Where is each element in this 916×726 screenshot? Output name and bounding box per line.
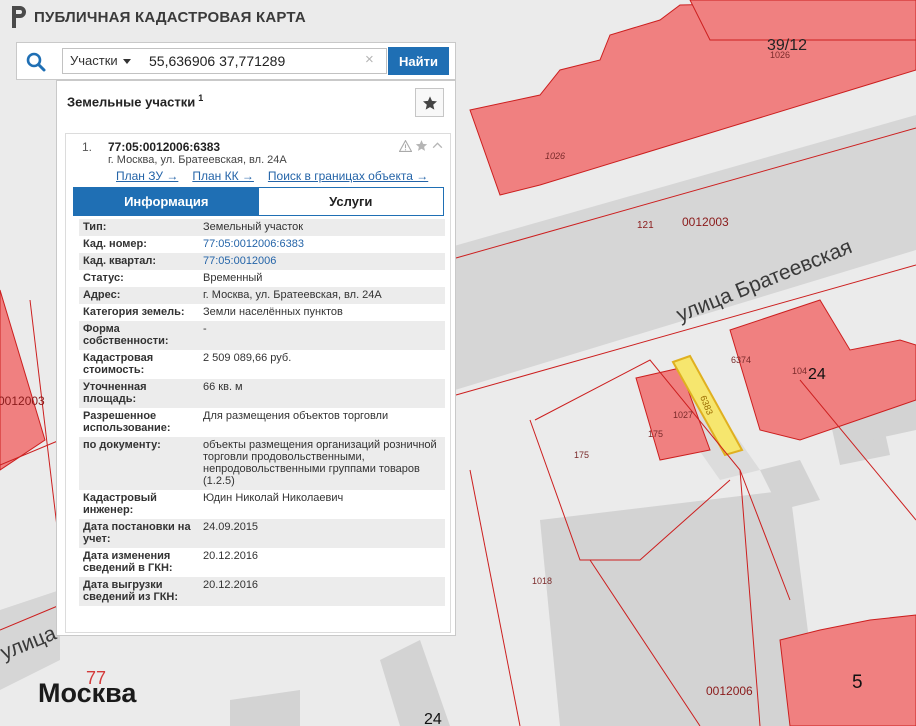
label-house-24-bottom: 24	[424, 711, 442, 726]
info-value-engineer: Юдин Николай Николаевич	[203, 492, 344, 504]
object-type-select[interactable]: Участки	[62, 48, 138, 74]
info-value-cad-number-link[interactable]: 77:05:0012006:6383	[199, 236, 445, 253]
app-header: ПУБЛИЧНАЯ КАДАСТРОВАЯ КАРТА	[10, 6, 306, 28]
info-key-land-category: Категория земель:	[83, 306, 185, 318]
find-button[interactable]: Найти	[388, 47, 449, 75]
info-key-by-document: по документу:	[79, 437, 199, 490]
info-value-permitted-use: Для размещения объектов торговли	[203, 410, 389, 422]
info-key-cad-quarter: Кад. квартал:	[79, 253, 199, 270]
table-row: по документу: объекты размещения организа…	[79, 437, 445, 490]
info-key-permitted-use: Разрешенное использование:	[83, 410, 171, 434]
info-key-export-date: Дата выгрузки сведений из ГКН:	[79, 577, 199, 606]
info-key-cad-value: Кадастровая стоимость:	[83, 352, 154, 376]
star-icon	[422, 95, 437, 110]
table-row: Кадастровый инженер: Юдин Николай Николае…	[79, 490, 445, 519]
info-value-cad-quarter-link[interactable]: 77:05:0012006	[199, 253, 445, 270]
info-key-cad-number: Кад. номер:	[83, 238, 147, 250]
favorites-button[interactable]	[415, 88, 444, 117]
table-row: Тип: Земельный участок	[79, 219, 445, 236]
table-row: Кад. номер: 77:05:0012006:6383	[79, 236, 445, 253]
chevron-down-icon	[123, 59, 131, 64]
info-key-registration-date: Дата постановки на учет:	[79, 519, 199, 548]
search-icon[interactable]	[25, 51, 47, 73]
label-104: 104	[792, 366, 807, 376]
info-value-cad-value: 2 509 089,66 руб.	[203, 352, 292, 364]
info-value-status: Временный	[203, 272, 263, 284]
result-tabs: Информация Услуги	[73, 187, 444, 216]
label-quarter-0012006: 0012006	[706, 684, 753, 698]
label-1018: 1018	[532, 576, 552, 586]
clear-icon[interactable]: ×	[365, 52, 374, 68]
label-quarter-0012003-left: 0012003	[0, 394, 45, 408]
result-links: План ЗУ → План КК → Поиск в границах объ…	[116, 169, 428, 183]
info-value-ownership: -	[199, 321, 445, 350]
info-key-status: Статус:	[83, 272, 124, 284]
info-value-area: 66 кв. м	[199, 379, 445, 408]
result-index: 1.	[82, 140, 93, 154]
info-key-area: Уточненная площадь:	[79, 379, 199, 408]
info-value-registration-date: 24.09.2015	[199, 519, 445, 548]
label-parcel-1026-top: 1026	[770, 50, 790, 60]
rosreestr-logo-icon	[12, 6, 26, 28]
panel-title: Земельные участки 1	[67, 93, 203, 109]
link-plan-zu[interactable]: План ЗУ →	[116, 169, 178, 183]
tab-info[interactable]: Информация	[74, 188, 259, 215]
label-quarter-0012003: 0012003	[682, 215, 729, 229]
label-house-5: 5	[852, 672, 863, 693]
building-gray-large	[540, 490, 820, 726]
results-panel: Земельные участки 1 1. 77:05:0012006:6383…	[56, 80, 456, 636]
info-value-by-document: объекты размещения организаций розничной…	[199, 437, 445, 490]
table-row: Кадастровая стоимость: 2 509 089,66 руб.	[79, 350, 445, 379]
app-title: ПУБЛИЧНАЯ КАДАСТРОВАЯ КАРТА	[34, 8, 306, 26]
result-address: г. Москва, ул. Братеевская, вл. 24А	[108, 154, 287, 166]
table-row: Кад. квартал: 77:05:0012006	[79, 253, 445, 270]
star-icon[interactable]	[415, 139, 428, 152]
table-row: Дата выгрузки сведений из ГКН: 20.12.2016	[79, 577, 445, 606]
warning-icon[interactable]	[399, 139, 412, 152]
result-item: 1. 77:05:0012006:6383 г. Москва, ул. Бра…	[65, 133, 451, 633]
search-bar: Участки × Найти	[16, 42, 456, 80]
search-input[interactable]	[137, 48, 387, 74]
label-house-24: 24	[808, 366, 826, 383]
info-value-land-category: Земли населённых пунктов	[203, 306, 343, 318]
chevron-up-icon[interactable]	[431, 139, 444, 152]
result-tools	[399, 139, 444, 152]
info-key-change-date: Дата изменения сведений в ГКН:	[83, 550, 173, 574]
table-row: Уточненная площадь: 66 кв. м	[79, 379, 445, 408]
result-count: 1	[198, 93, 204, 103]
table-row: Разрешенное использование: Для размещения…	[79, 408, 445, 437]
info-value-change-date: 20.12.2016	[203, 550, 259, 562]
info-key-type: Тип:	[79, 219, 199, 236]
label-parcel-1026: 1026	[545, 151, 565, 161]
label-175-a: 175	[648, 429, 663, 439]
info-key-ownership: Форма собственности:	[79, 321, 199, 350]
info-value-export-date: 20.12.2016	[199, 577, 445, 606]
result-cad-number[interactable]: 77:05:0012006:6383	[108, 140, 220, 154]
info-value-address: г. Москва, ул. Братеевская, вл. 24А	[199, 287, 445, 304]
info-key-engineer: Кадастровый инженер:	[83, 492, 157, 516]
object-type-label: Участки	[70, 53, 118, 68]
table-row: Статус: Временный	[79, 270, 445, 287]
link-search-in-bounds[interactable]: Поиск в границах объекта →	[268, 169, 428, 183]
label-175-b: 175	[574, 450, 589, 460]
info-value-type: Земельный участок	[199, 219, 445, 236]
label-1027: 1027	[673, 410, 693, 420]
table-row: Форма собственности: -	[79, 321, 445, 350]
table-row: Дата постановки на учет: 24.09.2015	[79, 519, 445, 548]
label-121: 121	[637, 220, 654, 231]
info-key-address: Адрес:	[79, 287, 199, 304]
panel-title-text: Земельные участки	[67, 94, 196, 110]
label-6374: 6374	[731, 355, 751, 365]
link-plan-kk[interactable]: План КК →	[192, 169, 254, 183]
label-city-moscow: Москва	[38, 678, 137, 708]
tab-services[interactable]: Услуги	[258, 188, 443, 215]
table-row: Категория земель: Земли населённых пункто…	[79, 304, 445, 321]
table-row: Адрес: г. Москва, ул. Братеевская, вл. 24…	[79, 287, 445, 304]
info-table: Тип: Земельный участок Кад. номер: 77:05:0…	[79, 219, 445, 606]
table-row: Дата изменения сведений в ГКН: 20.12.2016	[79, 548, 445, 577]
